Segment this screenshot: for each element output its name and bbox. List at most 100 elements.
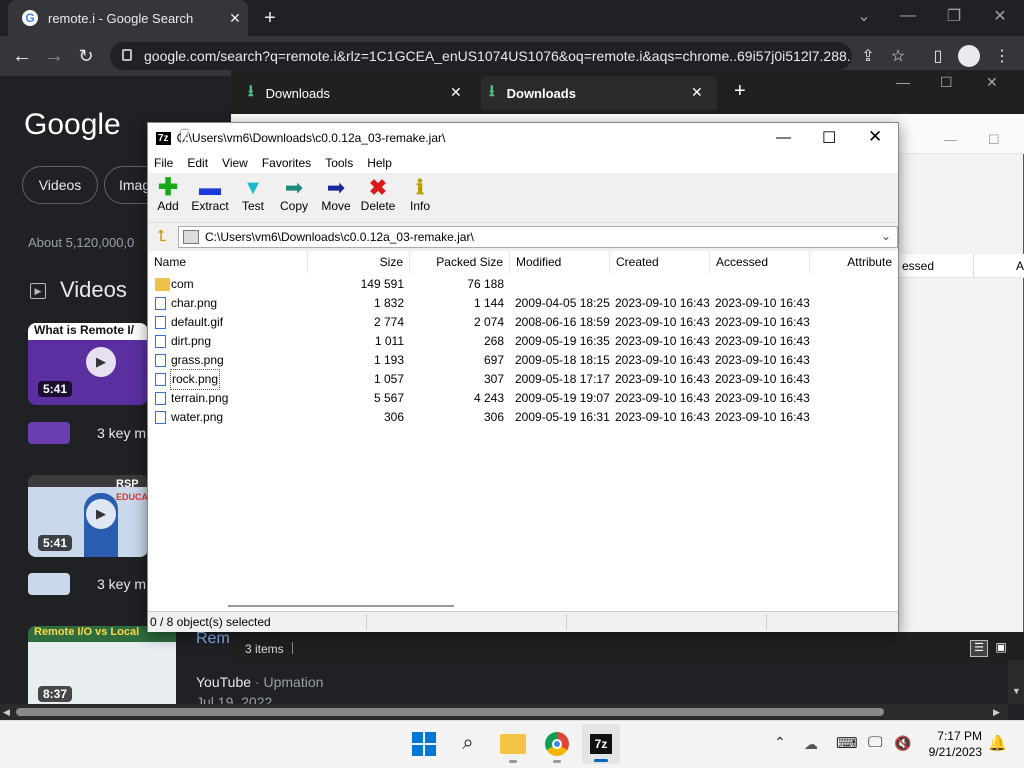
close-tab-icon[interactable]: ✕	[450, 84, 462, 101]
explorer-inner-minimize-icon[interactable]: —	[944, 132, 957, 147]
extract-button[interactable]: ▬ Extract	[190, 177, 230, 221]
file-accessed: 2023-09-10 16:43	[715, 410, 810, 424]
clock-date[interactable]: 9/21/2023	[922, 745, 982, 759]
explorer-minimize-icon[interactable]: —	[896, 74, 910, 90]
col-attributes[interactable]: Attribute	[810, 251, 898, 273]
7zip-maximize-icon[interactable]: ☐	[822, 128, 836, 148]
key-moments-thumb-2[interactable]	[28, 573, 70, 595]
menu-edit[interactable]: Edit	[187, 156, 208, 170]
keyboard-icon[interactable]: ⌨	[836, 734, 858, 752]
file-row[interactable]: default.gif 2 774 2 074 2008-06-16 18:59 202…	[148, 313, 898, 332]
google-logo[interactable]: Google	[24, 108, 121, 142]
page-scrollbar-horizontal[interactable]: ◀ ▶	[0, 704, 1008, 720]
file-row[interactable]: rock.png 1 057 307 2009-05-18 17:17 2023-09-…	[148, 369, 898, 390]
volume-muted-icon[interactable]: 🔇	[894, 735, 911, 752]
restore-icon[interactable]: ❐	[942, 4, 966, 28]
key-moments-thumb-1[interactable]	[28, 422, 70, 444]
list-scrollbar-horizontal[interactable]	[148, 601, 898, 611]
folder-up-icon[interactable]: ⮤	[152, 227, 172, 247]
chip-videos[interactable]: Videos	[22, 166, 98, 204]
address-bar[interactable]: google.com/search?q=remote.i&rlz=1C1GCEA…	[110, 42, 852, 70]
file-explorer-taskbar-icon[interactable]	[500, 734, 526, 754]
video-thumbnail-3[interactable]: Remote I/O vs Local 8:37	[28, 626, 176, 704]
profile-avatar[interactable]	[958, 45, 980, 67]
explorer-maximize-icon[interactable]: ☐	[940, 74, 953, 91]
close-window-icon[interactable]: ✕	[988, 4, 1012, 28]
menu-kebab-icon[interactable]: ⋮	[990, 44, 1014, 68]
file-row[interactable]: water.png 306 306 2009-05-19 16:31 2023-09-1…	[148, 408, 898, 427]
delete-button[interactable]: ✖ Delete	[360, 177, 396, 221]
add-button[interactable]: ✚ Add	[156, 176, 180, 221]
video-duration-1: 5:41	[38, 381, 73, 397]
file-row[interactable]: grass.png 1 193 697 2009-05-18 18:15 2023-09…	[148, 351, 898, 370]
menu-view[interactable]: View	[222, 156, 248, 170]
network-icon[interactable]: 🖵	[868, 734, 882, 751]
key-moments-2[interactable]: 3 key m	[97, 576, 146, 592]
7zip-minimize-icon[interactable]: —	[776, 129, 791, 146]
chrome-taskbar-icon[interactable]	[545, 732, 569, 756]
file-name: water.png	[171, 410, 224, 424]
address-dropdown-icon[interactable]: ⌄	[881, 229, 891, 243]
scrollbar-thumb[interactable]	[16, 708, 884, 716]
explorer-col-a[interactable]: A	[1016, 259, 1024, 273]
tab-search-icon[interactable]: ⌄	[852, 4, 876, 28]
scroll-down-icon[interactable]: ▼	[1012, 686, 1021, 696]
info-button[interactable]: ℹ Info	[408, 177, 432, 221]
close-tab-icon[interactable]: ✕	[691, 84, 703, 101]
clock-time[interactable]: 7:17 PM	[930, 729, 982, 743]
file-row[interactable]: com 149 591 76 188	[148, 275, 898, 294]
file-row[interactable]: char.png 1 832 1 144 2009-04-05 18:25 2023-0…	[148, 294, 898, 313]
explorer-new-tab-icon[interactable]: +	[734, 80, 746, 103]
col-modified[interactable]: Modified	[510, 251, 610, 273]
key-moments-1[interactable]: 3 key m	[97, 425, 146, 441]
share-icon[interactable]: ⇪	[856, 44, 880, 68]
col-name[interactable]: Name	[148, 251, 308, 273]
explorer-close-icon[interactable]: ✕	[986, 74, 998, 91]
col-packed-size[interactable]: Packed Size	[410, 251, 510, 273]
file-packed: 1 144	[473, 296, 504, 310]
new-tab-icon[interactable]: +	[258, 6, 282, 30]
file-row[interactable]: dirt.png 1 011 268 2009-05-19 16:35 2023-09-…	[148, 332, 898, 351]
7zip-file-list[interactable]: Name Size Packed Size Modified Created A…	[148, 251, 898, 607]
menu-tools[interactable]: Tools	[325, 156, 353, 170]
scroll-right-icon[interactable]: ▶	[993, 707, 1000, 718]
7zip-address-input[interactable]: C:\Users\vm6\Downloads\c0.0.12a_03-remak…	[178, 226, 898, 248]
explorer-col-accessed[interactable]: essed	[902, 259, 934, 273]
reload-icon[interactable]: ↻	[74, 44, 98, 68]
video-thumbnail-1[interactable]: What is Remote I/ ▶ 5:41	[28, 323, 148, 405]
onedrive-icon[interactable]: ☁	[804, 736, 818, 753]
7zip-close-icon[interactable]: ✕	[868, 127, 882, 147]
side-panel-icon[interactable]: ▯	[926, 44, 950, 68]
explorer-tab-1[interactable]: ⭳ Downloads ✕	[240, 78, 476, 108]
7zip-title-bar[interactable]: 7z C:\Users\vm6\Downloads\c0.0.12a_03-re…	[148, 123, 898, 153]
col-created[interactable]: Created	[610, 251, 710, 273]
file-row[interactable]: terrain.png 5 567 4 243 2009-05-19 19:07 202…	[148, 389, 898, 408]
forward-icon[interactable]: →	[42, 44, 66, 68]
scroll-left-icon[interactable]: ◀	[3, 707, 10, 718]
chrome-tab[interactable]: G remote.i - Google Search ✕	[8, 0, 248, 36]
back-icon[interactable]: ←	[10, 44, 34, 68]
list-scrollbar-thumb[interactable]	[228, 605, 454, 607]
copy-button[interactable]: ➡ Copy	[278, 177, 310, 221]
bookmark-star-icon[interactable]: ☆	[886, 44, 910, 68]
explorer-inner-maximize-icon[interactable]: ☐	[988, 132, 1000, 148]
explorer-tab-2[interactable]: ⭳ Downloads ✕	[481, 76, 717, 110]
notification-bell-icon[interactable]: 🔔	[988, 734, 1007, 752]
move-button[interactable]: ➡ Move	[319, 177, 353, 221]
close-tab-icon[interactable]: ✕	[226, 9, 244, 27]
file-accessed: 2023-09-10 16:43	[715, 334, 810, 348]
col-size[interactable]: Size	[308, 251, 410, 273]
tiles-view-icon[interactable]: ▣	[992, 640, 1010, 657]
start-windows-icon[interactable]	[412, 732, 436, 756]
col-accessed[interactable]: Accessed	[710, 251, 810, 273]
test-button[interactable]: ▼ Test	[240, 177, 266, 221]
details-view-icon[interactable]: ☰	[970, 640, 988, 657]
menu-file[interactable]: File	[154, 156, 173, 170]
menu-favorites[interactable]: Favorites	[262, 156, 311, 170]
tray-chevron-icon[interactable]: ⌃	[774, 734, 786, 751]
video-title-3[interactable]: Rem	[196, 630, 230, 648]
video-thumbnail-2[interactable]: RSP EDUCAT ▶ 5:41	[28, 475, 148, 557]
search-icon[interactable]: ⌕	[456, 732, 480, 756]
menu-help[interactable]: Help	[367, 156, 392, 170]
minimize-icon[interactable]: —	[896, 4, 920, 28]
